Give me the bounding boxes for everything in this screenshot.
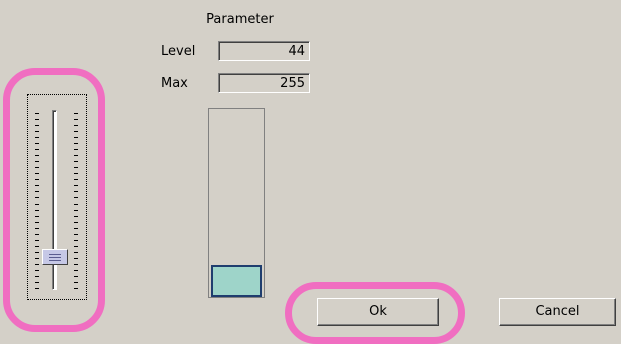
slider-tick: [74, 258, 78, 259]
slider-tick: [35, 240, 39, 241]
slider-tick: [74, 137, 78, 138]
level-bar: [208, 108, 265, 298]
slider-tick: [74, 216, 78, 217]
slider-tick: [35, 113, 39, 114]
slider-tick: [35, 222, 39, 223]
slider-tick: [74, 191, 78, 192]
slider-tick: [74, 264, 78, 265]
slider-tick: [74, 113, 78, 114]
slider-tick: [74, 204, 78, 205]
slider-tick: [35, 276, 39, 277]
parameter-title: Parameter: [206, 12, 274, 27]
slider-tick: [35, 282, 39, 283]
slider-tick: [35, 204, 39, 205]
slider-tick: [35, 191, 39, 192]
slider-tick: [74, 119, 78, 120]
slider-tick: [74, 143, 78, 144]
slider-tick: [35, 167, 39, 168]
slider-tick: [74, 276, 78, 277]
slider-tick: [35, 155, 39, 156]
level-value-field: 44: [218, 41, 310, 61]
slider-tick: [74, 210, 78, 211]
slider-tick: [74, 252, 78, 253]
max-label: Max: [161, 76, 188, 91]
slider-tick: [35, 228, 39, 229]
slider-tick: [35, 288, 39, 289]
slider-tick: [74, 149, 78, 150]
slider-tick: [74, 234, 78, 235]
slider-tick: [74, 228, 78, 229]
slider-tick: [35, 125, 39, 126]
max-value-field: 255: [218, 73, 310, 93]
slider-tick: [35, 246, 39, 247]
slider-tick: [35, 270, 39, 271]
slider-tick: [74, 185, 78, 186]
level-bar-fill: [211, 265, 262, 297]
slider-tick: [74, 288, 78, 289]
slider-tick: [74, 179, 78, 180]
slider-tick: [35, 197, 39, 198]
slider-tick: [74, 173, 78, 174]
slider-tick: [35, 149, 39, 150]
slider-tick: [74, 197, 78, 198]
slider-tick: [74, 240, 78, 241]
slider-tick: [35, 119, 39, 120]
slider-tick: [35, 185, 39, 186]
slider-tick: [35, 264, 39, 265]
slider-tick: [35, 143, 39, 144]
slider-tick: [74, 222, 78, 223]
slider-tick: [35, 131, 39, 132]
slider-tick: [35, 258, 39, 259]
slider-tick: [35, 179, 39, 180]
slider-tick: [74, 161, 78, 162]
slider-tick: [35, 216, 39, 217]
level-label: Level: [161, 44, 196, 59]
slider-tick: [35, 210, 39, 211]
slider-tick: [35, 234, 39, 235]
ok-button[interactable]: Ok: [317, 298, 439, 326]
slider-tick: [74, 167, 78, 168]
slider-thumb[interactable]: [42, 249, 68, 265]
slider-tick: [35, 252, 39, 253]
slider-tick: [74, 270, 78, 271]
slider-tick: [35, 173, 39, 174]
slider-tick: [74, 282, 78, 283]
slider-tick: [35, 137, 39, 138]
slider-tick: [74, 131, 78, 132]
cancel-button[interactable]: Cancel: [499, 298, 616, 326]
slider-tick: [74, 125, 78, 126]
slider-tick: [35, 161, 39, 162]
slider-tick: [74, 155, 78, 156]
slider-tick: [74, 246, 78, 247]
